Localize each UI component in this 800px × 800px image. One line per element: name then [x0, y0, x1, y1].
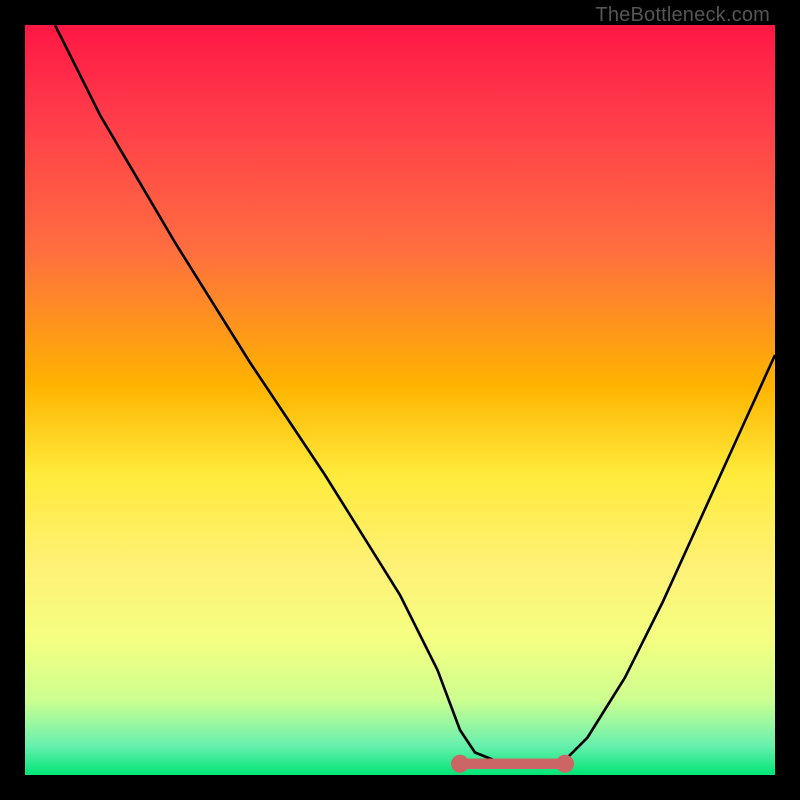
plot-area — [25, 25, 775, 775]
floor-marker-dot-2 — [556, 755, 574, 773]
floor-marker — [451, 755, 574, 773]
watermark-text: TheBottleneck.com — [595, 4, 770, 27]
chart-frame: TheBottleneck.com — [0, 0, 800, 800]
floor-marker-dot-1 — [451, 755, 469, 773]
bottleneck-curve — [55, 25, 775, 768]
chart-svg — [25, 25, 775, 775]
